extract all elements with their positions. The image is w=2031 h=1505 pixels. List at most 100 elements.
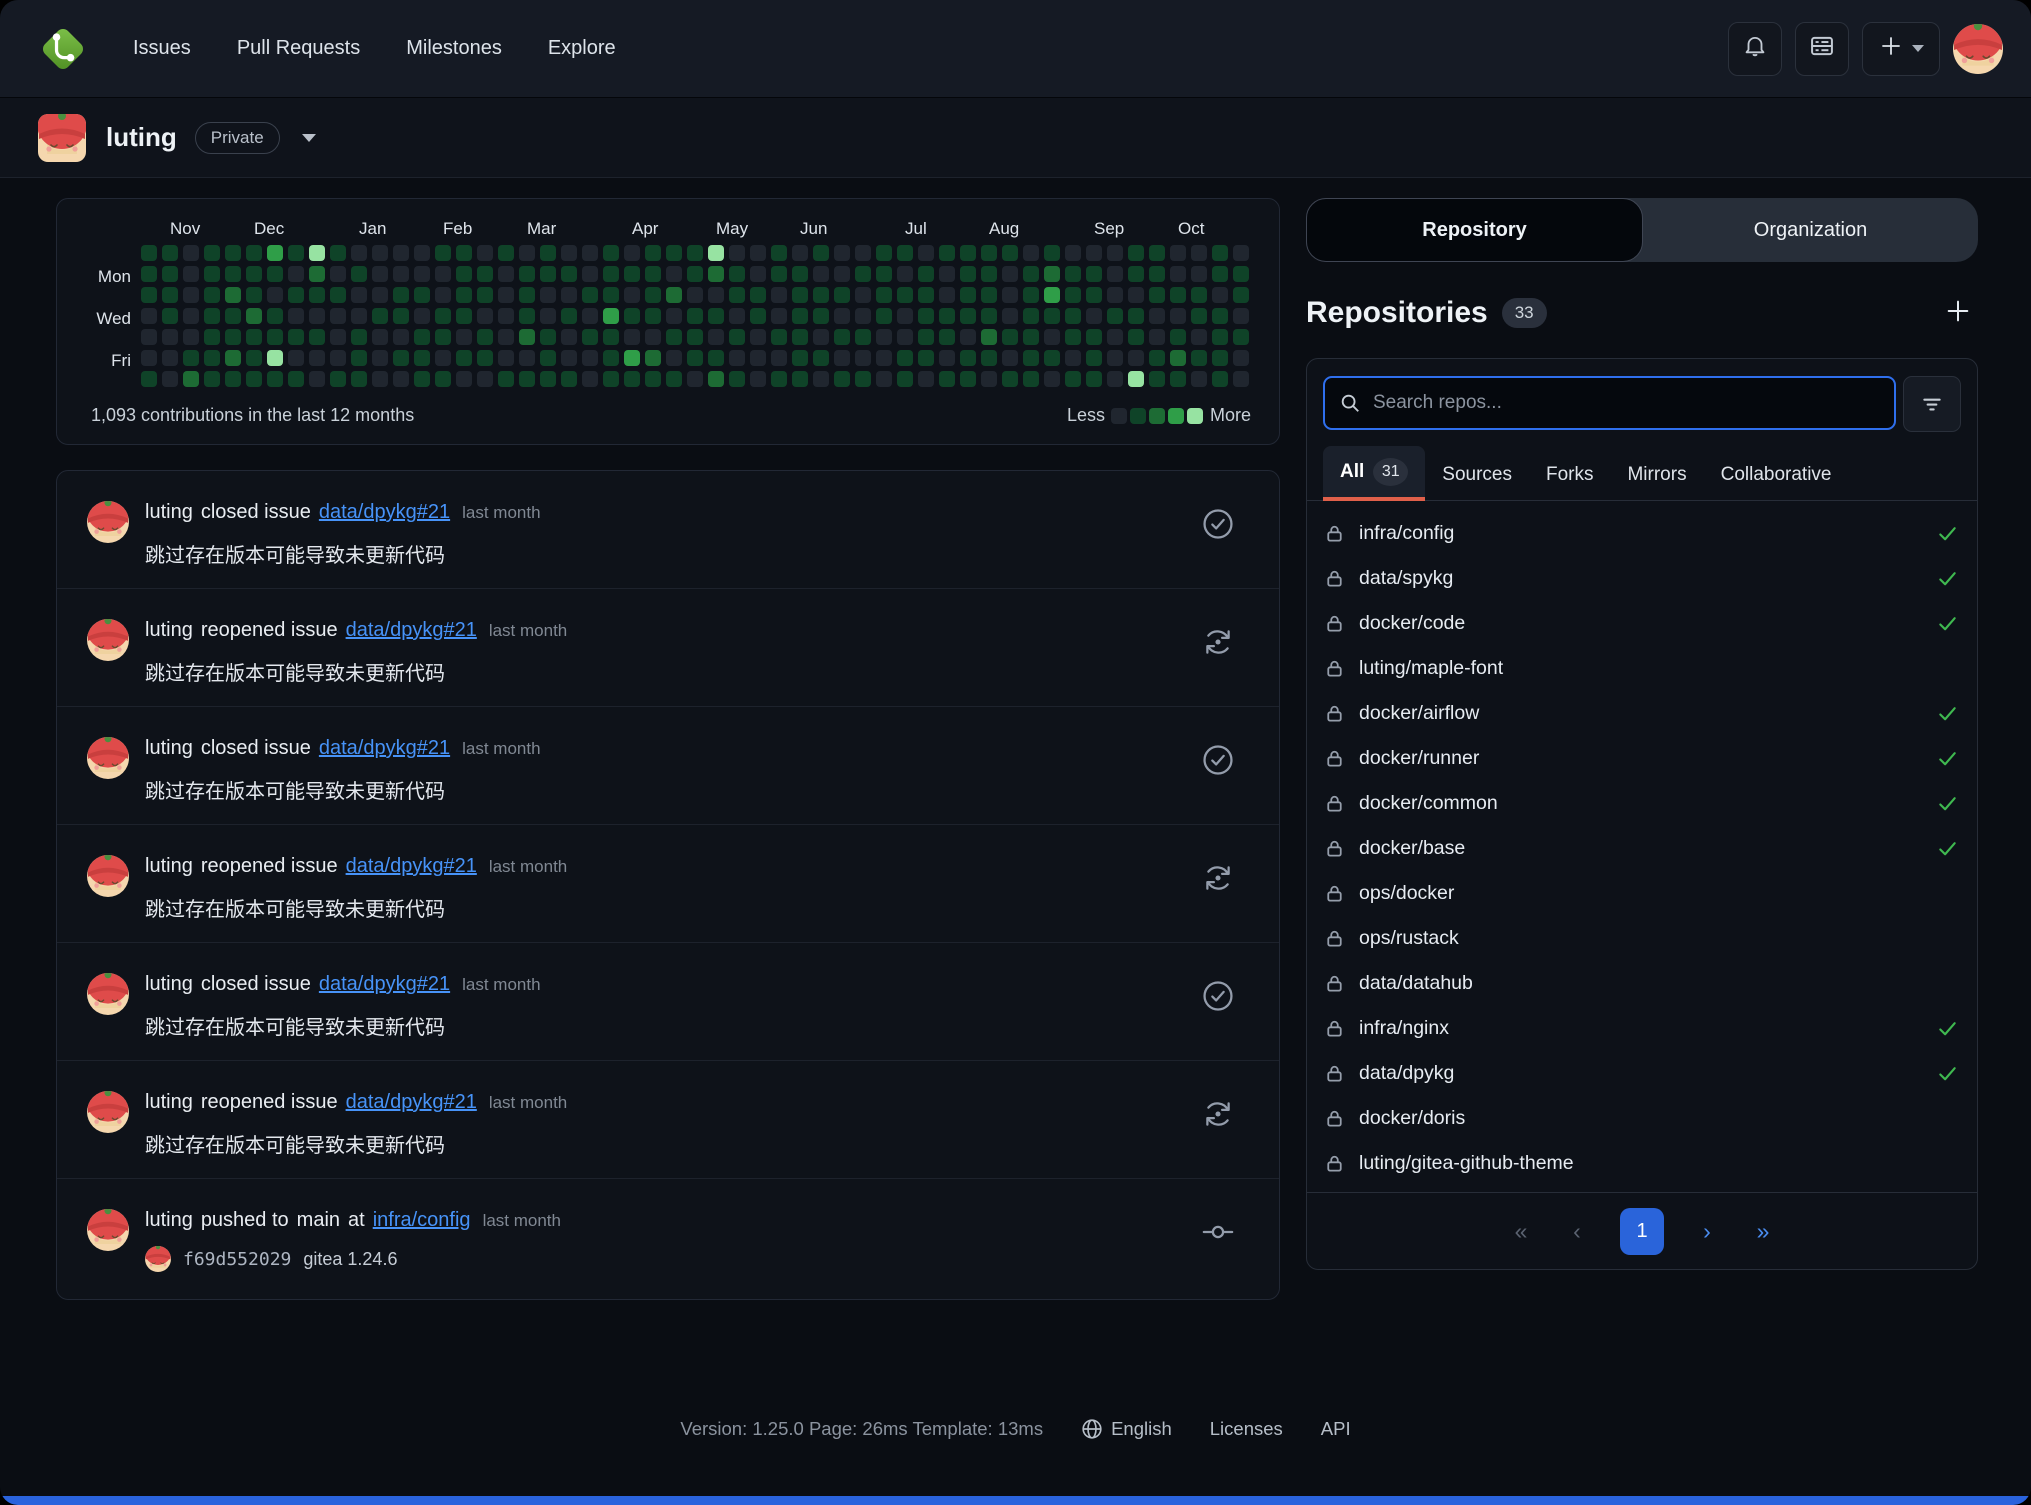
heatmap-cell[interactable] [141, 245, 157, 261]
heatmap-cell[interactable] [1128, 329, 1144, 345]
heatmap-cell[interactable] [309, 371, 325, 387]
heatmap-cell[interactable] [1002, 371, 1018, 387]
heatmap-cell[interactable] [750, 266, 766, 282]
heatmap-cell[interactable] [729, 371, 745, 387]
admin-panel-button[interactable] [1795, 22, 1849, 76]
heatmap-cell[interactable] [1002, 329, 1018, 345]
feed-target-link[interactable]: data/dpykg#21 [319, 501, 450, 524]
heatmap-cell[interactable] [1044, 287, 1060, 303]
repo-name[interactable]: docker/airflow [1359, 702, 1479, 725]
heatmap-cell[interactable] [876, 329, 892, 345]
heatmap-cell[interactable] [918, 329, 934, 345]
heatmap-cell[interactable] [1170, 371, 1186, 387]
heatmap-cell[interactable] [750, 371, 766, 387]
heatmap-cell[interactable] [750, 308, 766, 324]
heatmap-cell[interactable] [1107, 266, 1123, 282]
heatmap-cell[interactable] [1107, 308, 1123, 324]
heatmap-cell[interactable] [498, 329, 514, 345]
heatmap-cell[interactable] [960, 329, 976, 345]
heatmap-cell[interactable] [771, 308, 787, 324]
heatmap-cell[interactable] [561, 266, 577, 282]
heatmap-cell[interactable] [666, 287, 682, 303]
heatmap-cell[interactable] [414, 308, 430, 324]
language-selector[interactable]: English [1081, 1418, 1172, 1440]
heatmap-cell[interactable] [1128, 350, 1144, 366]
heatmap-cell[interactable] [729, 329, 745, 345]
heatmap-cell[interactable] [918, 371, 934, 387]
heatmap-cell[interactable] [435, 266, 451, 282]
heatmap-cell[interactable] [288, 308, 304, 324]
heatmap-cell[interactable] [1170, 266, 1186, 282]
heatmap-cell[interactable] [183, 245, 199, 261]
heatmap-cell[interactable] [624, 308, 640, 324]
heatmap-cell[interactable] [666, 245, 682, 261]
heatmap-cell[interactable] [372, 350, 388, 366]
heatmap-cell[interactable] [1149, 371, 1165, 387]
tab-repository[interactable]: Repository [1306, 198, 1643, 262]
feed-actor[interactable]: luting [145, 1209, 193, 1232]
heatmap-cell[interactable] [876, 308, 892, 324]
repo-row[interactable]: ops/rustack [1307, 916, 1977, 961]
heatmap-cell[interactable] [330, 266, 346, 282]
nav-link-explore[interactable]: Explore [529, 27, 635, 70]
heatmap-cell[interactable] [897, 287, 913, 303]
heatmap-cell[interactable] [372, 371, 388, 387]
heatmap-cell[interactable] [792, 287, 808, 303]
heatmap-cell[interactable] [1149, 308, 1165, 324]
filter-tab-collaborative[interactable]: Collaborative [1704, 452, 1849, 500]
profile-username[interactable]: luting [106, 122, 177, 153]
heatmap-cell[interactable] [729, 350, 745, 366]
heatmap-cell[interactable] [582, 308, 598, 324]
heatmap-cell[interactable] [204, 329, 220, 345]
filter-tab-sources[interactable]: Sources [1425, 452, 1529, 500]
heatmap-cell[interactable] [1002, 287, 1018, 303]
heatmap-cell[interactable] [876, 371, 892, 387]
heatmap-cell[interactable] [435, 245, 451, 261]
heatmap-cell[interactable] [1086, 245, 1102, 261]
heatmap-cell[interactable] [1233, 287, 1249, 303]
heatmap-cell[interactable] [918, 287, 934, 303]
heatmap-cell[interactable] [561, 308, 577, 324]
heatmap-cell[interactable] [1233, 266, 1249, 282]
heatmap-cell[interactable] [225, 308, 241, 324]
heatmap-cell[interactable] [183, 329, 199, 345]
heatmap-cell[interactable] [1212, 350, 1228, 366]
heatmap-cell[interactable] [834, 308, 850, 324]
heatmap-cell[interactable] [603, 350, 619, 366]
heatmap-cell[interactable] [246, 287, 262, 303]
heatmap-cell[interactable] [267, 329, 283, 345]
heatmap-cell[interactable] [876, 245, 892, 261]
repo-name[interactable]: docker/common [1359, 792, 1498, 815]
heatmap-cell[interactable] [939, 266, 955, 282]
heatmap-cell[interactable] [162, 266, 178, 282]
commit-hash[interactable]: f69d552029 [183, 1249, 291, 1270]
heatmap-cell[interactable] [498, 287, 514, 303]
heatmap-cell[interactable] [918, 350, 934, 366]
heatmap-cell[interactable] [1191, 371, 1207, 387]
heatmap-cell[interactable] [813, 266, 829, 282]
heatmap-cell[interactable] [456, 287, 472, 303]
heatmap-cell[interactable] [246, 245, 262, 261]
heatmap-cell[interactable] [1086, 350, 1102, 366]
heatmap-cell[interactable] [372, 245, 388, 261]
heatmap-cell[interactable] [1170, 308, 1186, 324]
heatmap-cell[interactable] [540, 371, 556, 387]
heatmap-cell[interactable] [834, 371, 850, 387]
feed-actor[interactable]: luting [145, 619, 193, 642]
heatmap-cell[interactable] [729, 308, 745, 324]
nav-link-milestones[interactable]: Milestones [387, 27, 521, 70]
heatmap-cell[interactable] [351, 350, 367, 366]
heatmap-cell[interactable] [435, 308, 451, 324]
heatmap-cell[interactable] [1023, 287, 1039, 303]
heatmap-cell[interactable] [351, 287, 367, 303]
heatmap-cell[interactable] [498, 371, 514, 387]
heatmap-cell[interactable] [939, 329, 955, 345]
heatmap-cell[interactable] [1128, 245, 1144, 261]
heatmap-cell[interactable] [729, 266, 745, 282]
nav-link-issues[interactable]: Issues [114, 27, 210, 70]
heatmap-cell[interactable] [414, 329, 430, 345]
heatmap-cell[interactable] [897, 371, 913, 387]
heatmap-cell[interactable] [372, 308, 388, 324]
heatmap-cell[interactable] [687, 350, 703, 366]
feed-actor[interactable]: luting [145, 855, 193, 878]
